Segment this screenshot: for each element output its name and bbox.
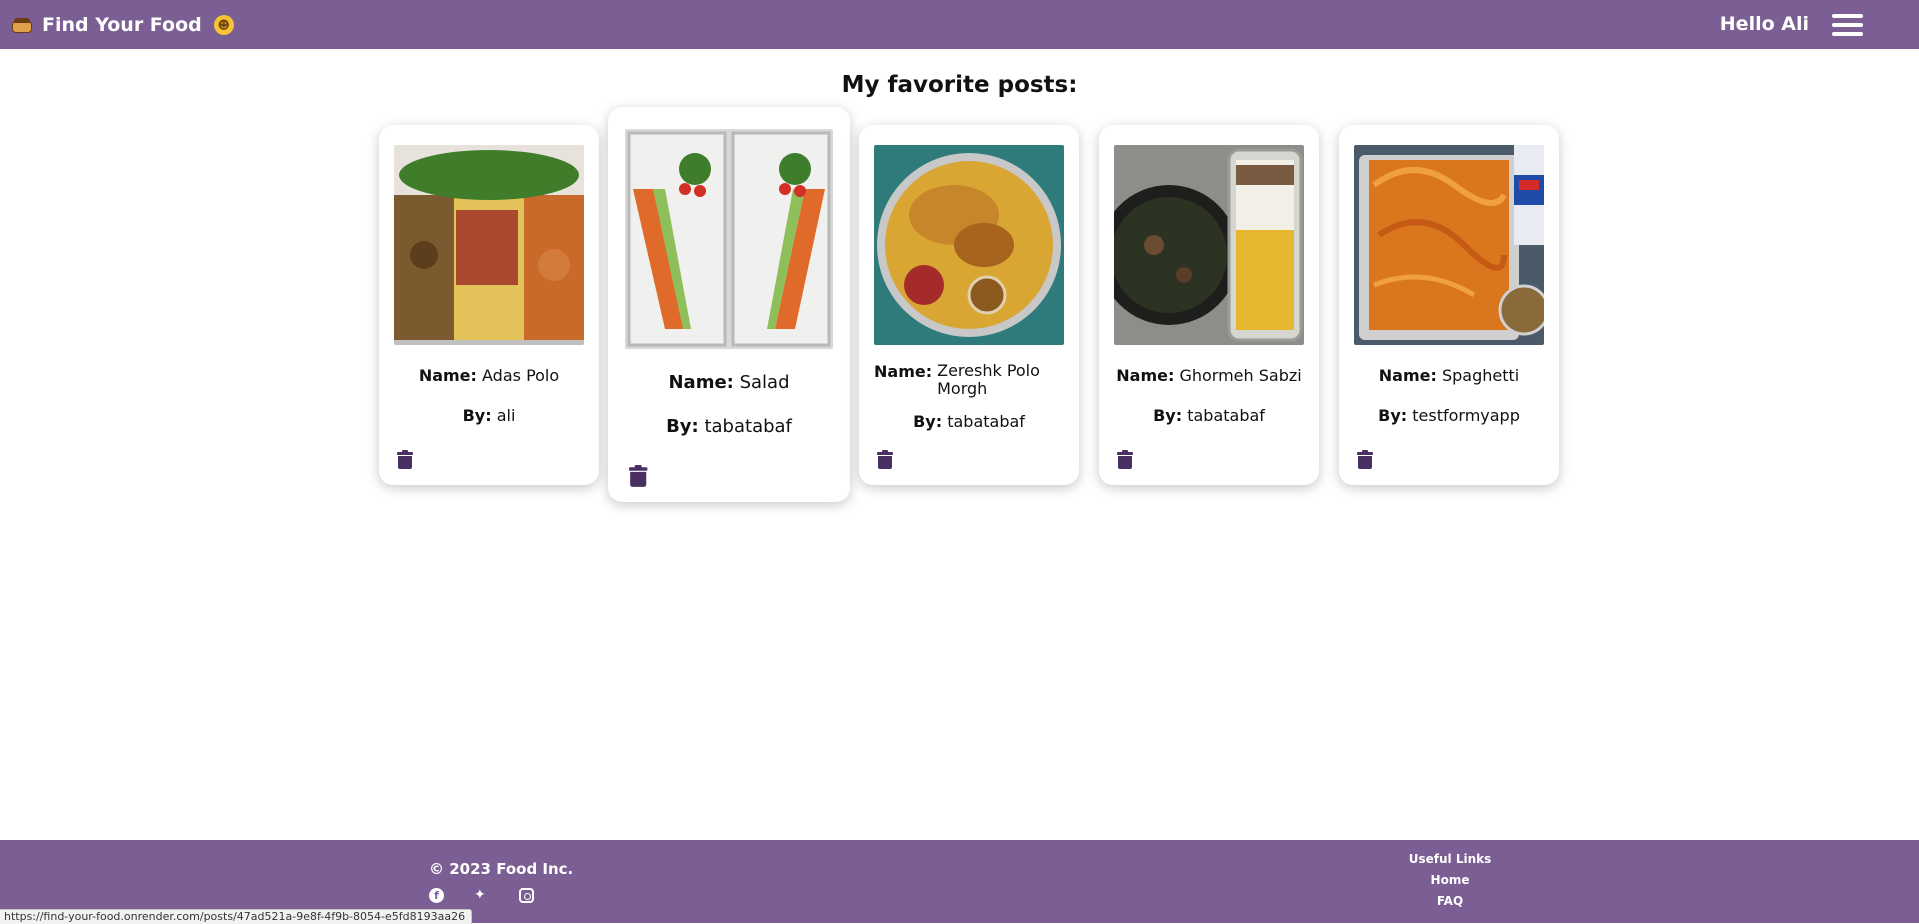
post-author: By: ali (379, 406, 599, 425)
brand-title: Find Your Food (42, 13, 202, 36)
footer-link-home[interactable]: Home (1380, 873, 1520, 887)
post-name-value: Adas Polo (482, 366, 560, 385)
useful-links-title: Useful Links (1408, 852, 1492, 866)
post-name: Name: Ghormeh Sabzi (1099, 366, 1319, 385)
post-author-value: tabatabaf (947, 412, 1025, 431)
useful-links: Useful Links Home FAQ (1380, 852, 1520, 915)
post-author-value: tabatabaf (704, 416, 792, 437)
post-author: By: tabatabaf (1099, 406, 1319, 425)
post-image[interactable] (1114, 145, 1304, 345)
trash-icon[interactable] (397, 450, 413, 469)
by-label: By: (1378, 406, 1408, 425)
user-greeting: Hello Ali (1719, 13, 1809, 35)
trash-icon[interactable] (1117, 450, 1133, 469)
post-author-value: testformyapp (1412, 406, 1520, 425)
post-card[interactable]: Name: Zereshk Polo Morgh By: tabatabaf (859, 125, 1079, 485)
post-author: By: testformyapp (1339, 406, 1559, 425)
post-author: By: tabatabaf (859, 412, 1079, 431)
by-label: By: (1153, 406, 1183, 425)
post-name-value: Ghormeh Sabzi (1179, 366, 1302, 385)
page-title: My favorite posts: (841, 72, 1078, 98)
brand-link[interactable]: Find Your Food ☻ (12, 0, 234, 49)
instagram-icon[interactable] (519, 888, 534, 903)
post-author-value: ali (496, 406, 516, 425)
by-label: By: (462, 406, 492, 425)
post-card[interactable]: Name: Spaghetti By: testformyapp (1339, 125, 1559, 485)
name-label: Name: (668, 372, 734, 393)
post-author-value: tabatabaf (1187, 406, 1265, 425)
cooking-pot-icon (12, 17, 32, 33)
name-label: Name: (874, 362, 933, 381)
post-image[interactable] (394, 145, 584, 345)
hamburger-menu-icon[interactable] (1832, 14, 1863, 36)
yum-face-icon: ☻ (213, 14, 234, 35)
status-bar-url: https://find-your-food.onrender.com/post… (0, 909, 473, 924)
social-links: f ✦ (429, 888, 534, 903)
post-name: Name: Spaghetti (1339, 366, 1559, 385)
facebook-icon[interactable]: f (429, 888, 444, 903)
post-image[interactable] (625, 129, 833, 349)
post-author: By: tabatabaf (608, 416, 850, 437)
post-image[interactable] (1354, 145, 1544, 345)
footer-link-faq[interactable]: FAQ (1380, 894, 1520, 908)
name-label: Name: (418, 366, 477, 385)
post-name-value: Spaghetti (1441, 366, 1520, 385)
copyright-text: © 2023 Food Inc. (429, 860, 574, 878)
trash-icon[interactable] (877, 450, 893, 469)
post-card[interactable]: Name: Salad By: tabatabaf (608, 107, 850, 502)
name-label: Name: (1116, 366, 1175, 385)
by-label: By: (913, 412, 943, 431)
top-navbar: Find Your Food ☻ Hello Ali (0, 0, 1919, 49)
by-label: By: (666, 416, 699, 437)
post-card[interactable]: Name: Ghormeh Sabzi By: tabatabaf (1099, 125, 1319, 485)
post-name-value: Salad (739, 372, 790, 393)
name-label: Name: (1378, 366, 1437, 385)
twitter-icon[interactable]: ✦ (474, 888, 489, 903)
trash-icon[interactable] (1357, 450, 1373, 469)
post-name: Name: Salad (608, 372, 850, 393)
post-name: Name: Zereshk Polo Morgh (859, 362, 1079, 398)
post-image[interactable] (874, 145, 1064, 345)
trash-icon[interactable] (629, 465, 648, 487)
post-name: Name: Adas Polo (379, 366, 599, 385)
post-name-value: Zereshk Polo Morgh (937, 361, 1040, 398)
post-card[interactable]: Name: Adas Polo By: ali (379, 125, 599, 485)
